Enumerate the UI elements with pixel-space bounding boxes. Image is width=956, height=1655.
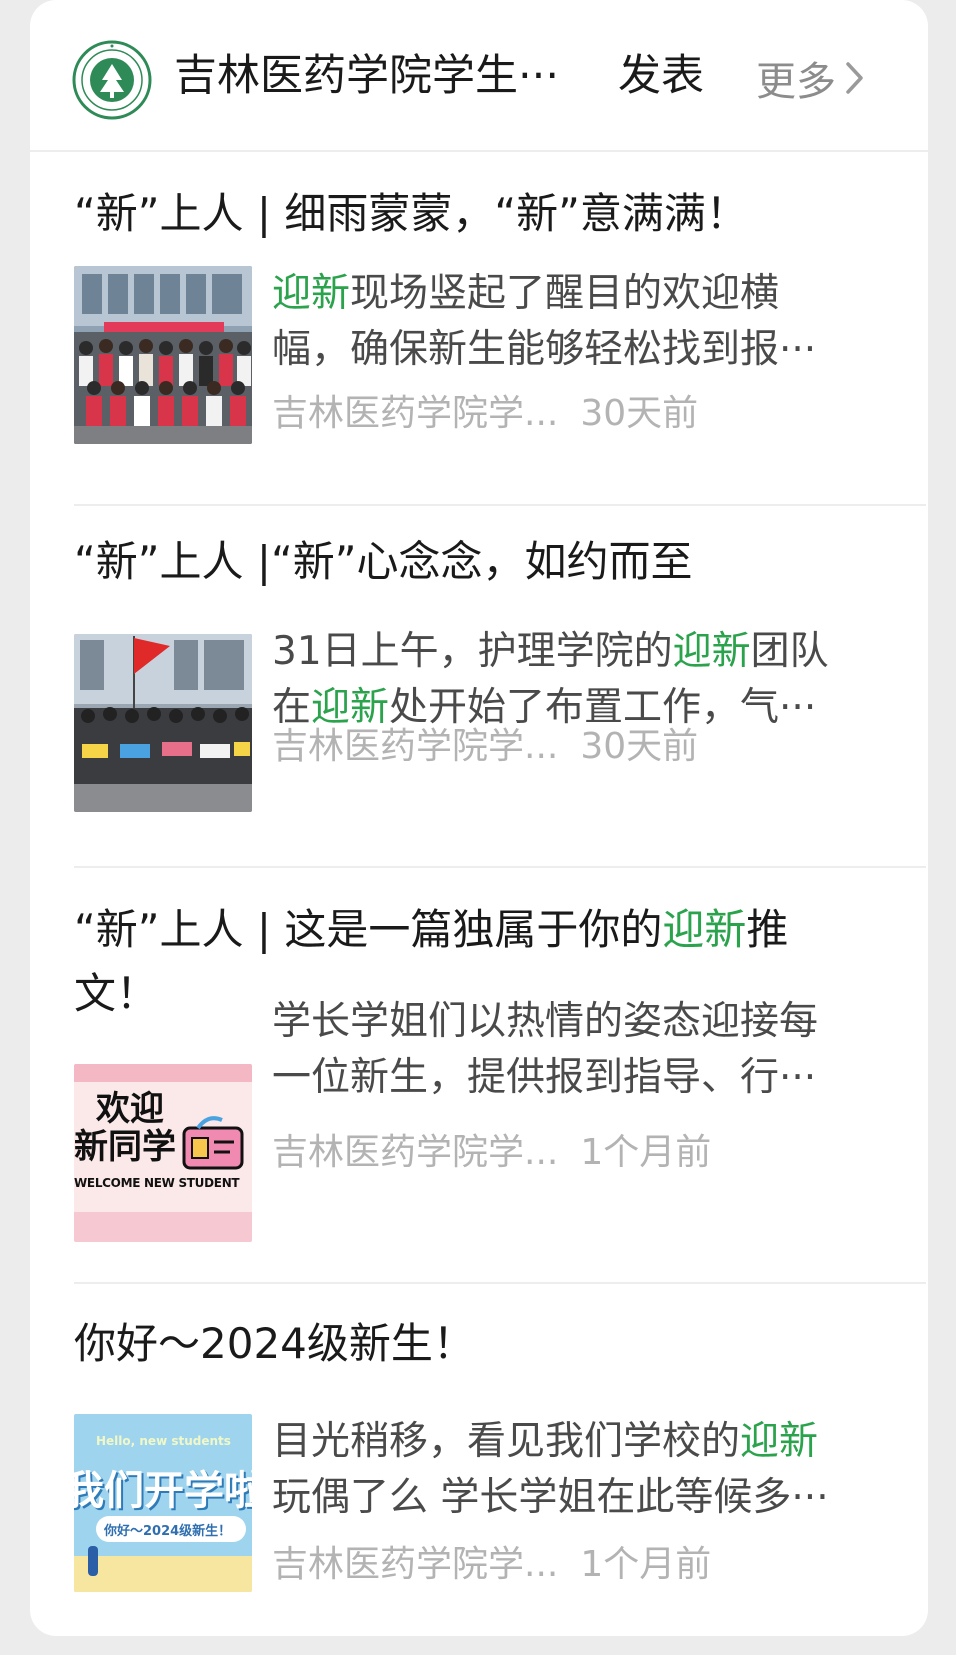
divider (74, 504, 926, 506)
account-header[interactable]: 吉林医药学院学生··· 发表 更多 (30, 0, 928, 152)
article-time: 30天前 (580, 393, 699, 434)
article-title: “新”上人 | 细雨蒙蒙，“新”意满满！ (74, 189, 748, 238)
thumb-text-greeting: 你好～2024级新生！ (104, 1524, 232, 1539)
article-summary: 目光稍移，看见我们学校的迎新 玩偶了么 学长学姐在此等候多··· (272, 1419, 829, 1520)
article-meta: 吉林医药学院学... 1个月前 (272, 1540, 711, 1590)
article-time: 1个月前 (580, 1544, 712, 1585)
university-logo (72, 40, 152, 120)
article-source: 吉林医药学院学... (272, 1544, 559, 1585)
account-name[interactable]: 吉林医药学院学生··· (174, 44, 559, 108)
article-time: 30天前 (580, 726, 699, 767)
chevron-right-icon (846, 62, 863, 94)
thumb-text-school-start: 我们开学啦 (74, 1468, 252, 1514)
thumb-text-new-students: 新同学 (74, 1127, 176, 1167)
article-summary: 迎新现场竖起了醒目的欢迎横 幅，确保新生能够轻松找到报··· (272, 271, 817, 372)
article-source: 吉林医药学院学... (272, 393, 559, 434)
article-meta: 吉林医药学院学... 30天前 (272, 722, 698, 772)
article-source: 吉林医药学院学... (272, 1132, 559, 1173)
article-meta: 吉林医药学院学... 30天前 (272, 389, 698, 439)
thumb-text-hello: Hello, new students (96, 1434, 231, 1448)
article-source: 吉林医药学院学... (272, 726, 559, 767)
article-title: “新”上人 |“新”心念念，如约而至 (74, 537, 693, 586)
article-thumbnail (74, 634, 252, 812)
article-meta: 吉林医药学院学... 1个月前 (272, 1128, 711, 1178)
article-item[interactable]: “新”上人 |“新”心念念，如约而至 31日上午，护理学院的迎新团队 在迎新处开… (30, 508, 928, 848)
article-item[interactable]: “新”上人 | 细雨蒙蒙，“新”意满满！ 迎新现场竖起了醒目的欢迎横 幅，确保新… (30, 150, 928, 480)
article-summary: 31日上午，护理学院的迎新团队 在迎新处开始了布置工作，气··· (272, 629, 829, 730)
published-label: 发表 (618, 51, 704, 101)
article-item[interactable]: “新”上人 | 这是一篇独属于你的迎新推 文！ 欢迎 新同学 WELCOME N… (30, 868, 928, 1288)
article-thumbnail: Hello, new students 我们开学啦 你好～2024级新生！ (74, 1414, 252, 1592)
article-summary: 学长学姐们以热情的姿态迎接每 一位新生，提供报到指导、行··· (272, 999, 819, 1100)
article-item[interactable]: 你好～2024级新生！ Hello, new students 我们开学啦 你好… (30, 1284, 928, 1624)
more-button[interactable]: 更多 (756, 48, 866, 108)
thumb-text-english: WELCOME NEW STUDENT (74, 1176, 240, 1190)
article-time: 1个月前 (580, 1132, 712, 1173)
thumb-text-welcome: 欢迎 (96, 1089, 164, 1129)
article-thumbnail (74, 266, 252, 444)
account-articles-card: 吉林医药学院学生··· 发表 更多 “新”上人 | 细雨蒙蒙，“新”意满满！ 迎… (30, 0, 928, 1636)
article-title: 你好～2024级新生！ (74, 1319, 475, 1368)
more-label: 更多 (756, 59, 836, 105)
article-thumbnail: 欢迎 新同学 WELCOME NEW STUDENT (74, 1064, 252, 1242)
